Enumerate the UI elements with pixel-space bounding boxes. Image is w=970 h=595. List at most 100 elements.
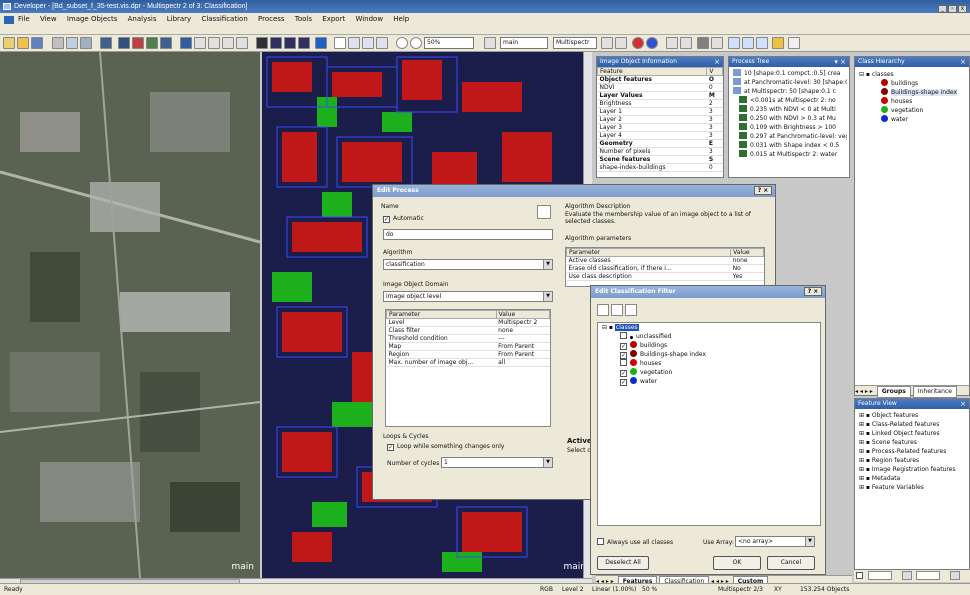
group-view-icon[interactable] [611,304,623,316]
outline-icon[interactable] [180,37,192,49]
layer-select[interactable]: Multispectr [553,37,597,49]
side-by-side-icon[interactable] [236,37,248,49]
class-checkbox[interactable]: ✓ [620,352,627,359]
table-row[interactable]: Layer 13 [597,107,723,116]
two-views-icon[interactable] [270,37,282,49]
ok-button[interactable]: OK [713,556,761,570]
algorithm-select[interactable]: classification ▼ [383,259,553,270]
settings-icon[interactable] [711,37,723,49]
table-row[interactable]: Level Multispectr 2 [386,318,550,327]
parameter-column-header[interactable]: Parameter [386,310,497,319]
process-item[interactable]: 10 [shape:0.1 compct.:0.5] crea [733,69,847,78]
classification-view-icon[interactable] [132,37,144,49]
value-cell[interactable]: From Parent [496,350,550,359]
tab-inheritance[interactable]: Inheritance [912,386,957,398]
chevron-down-icon[interactable]: ▼ [805,537,814,546]
chart-icon[interactable] [788,37,800,49]
pan-icon[interactable] [80,37,92,49]
table-row[interactable]: Active classes none [566,256,764,265]
value-cell[interactable]: Yes [730,272,764,281]
polygon-icon[interactable] [194,37,206,49]
value-cell[interactable]: Multispectr 2 [496,318,550,327]
table-row[interactable]: Max. number of image obj... all [386,358,550,367]
table-row[interactable]: Threshold condition --- [386,334,550,343]
class-root[interactable]: ⊟ ▪ classes [859,70,967,79]
class-item[interactable]: water [881,115,967,124]
help-close-buttons[interactable]: ? × [804,287,822,296]
select-icon[interactable] [334,37,346,49]
array-select[interactable]: <no array> ▼ [735,536,815,547]
deselect-all-button[interactable]: Deselect All [597,556,649,570]
stack-icon[interactable] [697,37,709,49]
arrow-up-icon[interactable] [615,37,627,49]
range-down-button[interactable] [902,571,912,580]
view-icon[interactable] [66,37,78,49]
process-item[interactable]: 0.031 with Shape index < 0.5 [733,141,847,150]
close-icon[interactable]: × [960,399,966,409]
nav-arrows[interactable]: ◂ ◂ ▸ ▸ [855,388,873,395]
list-view-icon[interactable] [625,304,637,316]
always-use-checkbox[interactable]: Always use all classes [597,538,673,546]
feature-group[interactable]: ⊞ ▪ Scene features [859,438,967,447]
single-view-icon[interactable] [256,37,268,49]
feature-group[interactable]: ⊞ ▪ Image Registration features [859,465,967,474]
process-item[interactable]: <0.001s at Multispectr 2: no [733,96,847,105]
table-row[interactable]: Layer 33 [597,123,723,132]
tree-view-icon[interactable] [597,304,609,316]
draw-icon[interactable] [348,37,360,49]
chevron-down-icon[interactable]: ▼ [543,260,552,269]
table-row[interactable]: Class filter none [386,326,550,335]
redo-icon[interactable] [680,37,692,49]
zoom-out-icon[interactable] [396,37,408,49]
layer-mix-icon[interactable] [146,37,158,49]
value-cell[interactable]: none [730,256,764,265]
domain-select[interactable]: image object level ▼ [383,291,553,302]
map-select[interactable]: main [500,37,548,49]
menu-view[interactable]: View [36,13,61,26]
value-cell[interactable]: all [496,358,550,367]
undo-icon[interactable] [666,37,678,49]
class-item[interactable]: buildings [881,79,967,88]
object-info-icon[interactable] [756,37,768,49]
class-checkbox[interactable] [620,359,627,366]
menu-tools[interactable]: Tools [291,13,316,26]
expand-icon[interactable]: ⊞ ▪ [859,412,872,419]
value-cell[interactable]: --- [496,334,550,343]
filter-class-item[interactable]: houses [620,359,820,368]
filter-class-item[interactable]: ✓ vegetation [620,368,820,377]
table-row[interactable]: Layer Values M [597,91,723,100]
link-view-icon[interactable] [222,37,234,49]
grid-view-icon[interactable] [298,37,310,49]
feature-group[interactable]: ⊞ ▪ Object features [859,411,967,420]
play-icon[interactable] [646,37,658,49]
feature-view-checkbox[interactable] [856,572,863,579]
expand-icon[interactable]: ⊞ ▪ [859,421,872,428]
feature-column-header[interactable]: Feature [596,67,708,76]
arrow-down-icon[interactable] [601,37,613,49]
zoom-select[interactable]: 50% [424,37,474,49]
merge-icon[interactable] [376,37,388,49]
expand-icon[interactable]: ⊞ ▪ [859,448,872,455]
menu-process[interactable]: Process [254,13,289,26]
table-row[interactable]: Geometry E [597,139,723,148]
value-cell[interactable]: No [730,264,764,273]
tools-icon[interactable] [772,37,784,49]
parameter-column-header[interactable]: Parameter [565,248,732,257]
filter-class-item[interactable]: ✓ buildings [620,341,820,350]
zoom-in-icon[interactable] [410,37,422,49]
four-views-icon[interactable] [284,37,296,49]
feature-group[interactable]: ⊞ ▪ Region features [859,456,967,465]
menu-help[interactable]: Help [389,13,413,26]
table-row[interactable]: shape-index-buildings 0 [597,163,723,172]
process-item[interactable]: 0.235 with NDVI < 0 at Multi [733,105,847,114]
cycles-select[interactable]: 1 ▼ [441,457,553,468]
range-max-field[interactable] [916,571,940,580]
cursor-icon[interactable] [100,37,112,49]
value-column-header[interactable]: Value [495,310,551,319]
chevron-down-icon[interactable]: ▼ [543,292,552,301]
map-switch-icon[interactable] [484,37,496,49]
menu-library[interactable]: Library [163,13,195,26]
table-row[interactable]: Layer 43 [597,131,723,140]
value-column-header[interactable]: V [706,67,723,76]
table-row[interactable]: Region From Parent [386,350,550,359]
